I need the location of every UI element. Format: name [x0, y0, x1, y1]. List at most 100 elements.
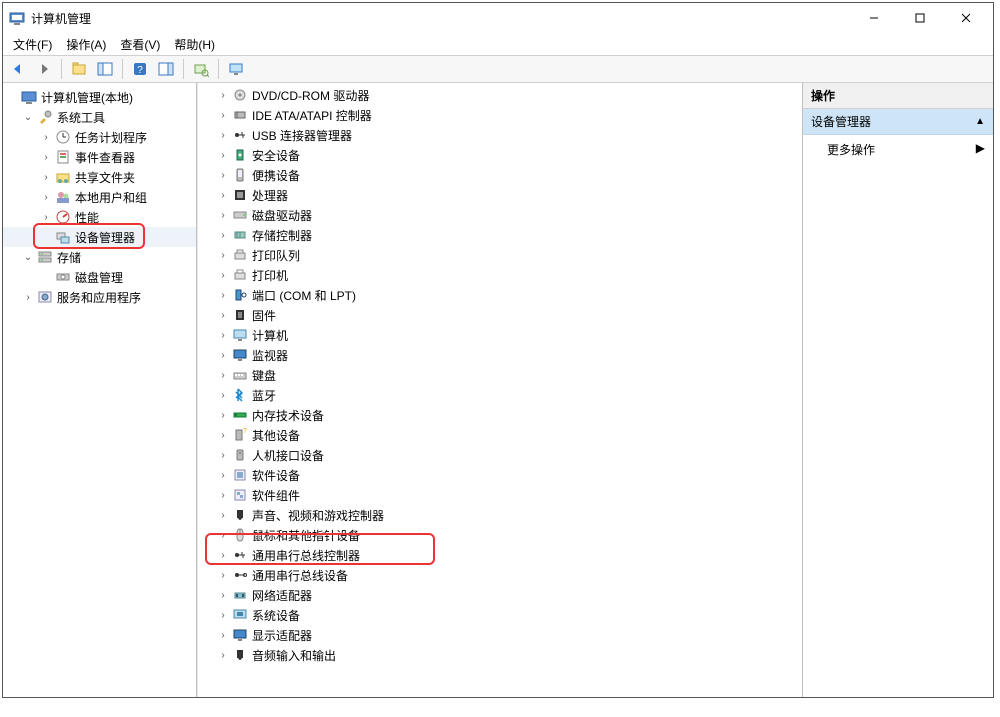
device-category[interactable]: › DVD/CD-ROM 驱动器: [198, 85, 802, 105]
menu-action[interactable]: 操作(A): [60, 34, 112, 55]
expander-closed-icon[interactable]: ›: [216, 648, 230, 662]
tree-disk-management[interactable]: 磁盘管理: [3, 267, 196, 287]
show-hide-action-pane-button[interactable]: [155, 58, 177, 80]
menu-file[interactable]: 文件(F): [7, 34, 58, 55]
tree-root[interactable]: 计算机管理(本地): [3, 87, 196, 107]
device-category[interactable]: ›USB 连接器管理器: [198, 125, 802, 145]
scan-hardware-button[interactable]: [190, 58, 212, 80]
device-category-icon: [232, 167, 248, 183]
device-category[interactable]: ›网络适配器: [198, 585, 802, 605]
device-category[interactable]: ›打印机: [198, 265, 802, 285]
show-hide-console-tree-button[interactable]: [94, 58, 116, 80]
back-button[interactable]: [7, 58, 29, 80]
console-tree[interactable]: 计算机管理(本地) ⌄ 系统工具 › 任务计划程序 › 事件查看器: [3, 83, 197, 697]
expander-closed-icon[interactable]: ›: [216, 108, 230, 122]
close-button[interactable]: [943, 3, 989, 33]
expander-closed-icon[interactable]: ›: [216, 188, 230, 202]
expander-closed-icon[interactable]: ›: [216, 388, 230, 402]
device-category[interactable]: ›打印队列: [198, 245, 802, 265]
maximize-button[interactable]: [897, 3, 943, 33]
expander-closed-icon[interactable]: ›: [216, 608, 230, 622]
device-category[interactable]: ›软件设备: [198, 465, 802, 485]
device-category-icon: [232, 87, 248, 103]
expander-closed-icon[interactable]: ›: [216, 168, 230, 182]
expander-closed-icon[interactable]: ›: [216, 328, 230, 342]
device-category-label: DVD/CD-ROM 驱动器: [252, 87, 369, 104]
actions-section[interactable]: 设备管理器 ▲: [803, 109, 993, 135]
expander-closed-icon[interactable]: ›: [216, 508, 230, 522]
actions-header: 操作: [803, 83, 993, 109]
tree-task-scheduler[interactable]: › 任务计划程序: [3, 127, 196, 147]
expander-closed-icon[interactable]: ›: [216, 348, 230, 362]
tree-performance[interactable]: › 性能: [3, 207, 196, 227]
tree-event-viewer[interactable]: › 事件查看器: [3, 147, 196, 167]
expander-closed-icon[interactable]: ›: [216, 408, 230, 422]
expander-closed-icon[interactable]: ›: [216, 288, 230, 302]
device-category[interactable]: ›?其他设备: [198, 425, 802, 445]
device-category[interactable]: ›蓝牙: [198, 385, 802, 405]
device-category[interactable]: ›IDE ATA/ATAPI 控制器: [198, 105, 802, 125]
device-category-label: 计算机: [252, 327, 288, 344]
device-category-icon: [232, 307, 248, 323]
expander-closed-icon[interactable]: ›: [216, 128, 230, 142]
menubar: 文件(F) 操作(A) 查看(V) 帮助(H): [3, 33, 993, 55]
expander-closed-icon[interactable]: ›: [216, 488, 230, 502]
device-category[interactable]: ›通用串行总线控制器: [198, 545, 802, 565]
expander-closed-icon[interactable]: ›: [216, 628, 230, 642]
expander-closed-icon[interactable]: ›: [216, 148, 230, 162]
device-category[interactable]: ›显示适配器: [198, 625, 802, 645]
expander-open-icon[interactable]: ⌄: [21, 110, 35, 124]
device-manager-icon: [55, 229, 71, 245]
device-tree-pane[interactable]: › DVD/CD-ROM 驱动器›IDE ATA/ATAPI 控制器›USB 连接…: [197, 83, 803, 697]
expander-closed-icon[interactable]: ›: [39, 130, 53, 144]
app-window: 计算机管理 文件(F) 操作(A) 查看(V) 帮助(H) ?: [2, 2, 994, 698]
device-category[interactable]: ›通用串行总线设备: [198, 565, 802, 585]
tree-shared-folders[interactable]: › 共享文件夹: [3, 167, 196, 187]
expander-closed-icon[interactable]: ›: [216, 208, 230, 222]
device-category[interactable]: ›键盘: [198, 365, 802, 385]
expander-closed-icon[interactable]: ›: [216, 548, 230, 562]
expander-closed-icon[interactable]: ›: [216, 588, 230, 602]
device-category[interactable]: ›声音、视频和游戏控制器: [198, 505, 802, 525]
monitor-button[interactable]: [225, 58, 247, 80]
expander-closed-icon[interactable]: ›: [216, 468, 230, 482]
expander-closed-icon[interactable]: ›: [216, 88, 230, 102]
menu-view[interactable]: 查看(V): [114, 34, 166, 55]
device-category[interactable]: ›音频输入和输出: [198, 645, 802, 665]
expander-closed-icon[interactable]: ›: [216, 248, 230, 262]
up-button[interactable]: [68, 58, 90, 80]
tree-local-users[interactable]: › 本地用户和组: [3, 187, 196, 207]
device-category[interactable]: ›安全设备: [198, 145, 802, 165]
device-category[interactable]: ›软件组件: [198, 485, 802, 505]
device-category[interactable]: ›端口 (COM 和 LPT): [198, 285, 802, 305]
expander-closed-icon[interactable]: ›: [216, 368, 230, 382]
device-category-icon: [232, 447, 248, 463]
help-button[interactable]: ?: [129, 58, 151, 80]
expander-closed-icon[interactable]: ›: [216, 528, 230, 542]
expander-closed-icon[interactable]: ›: [216, 568, 230, 582]
tree-services-apps[interactable]: › 服务和应用程序: [3, 287, 196, 307]
device-category[interactable]: ›系统设备: [198, 605, 802, 625]
device-category[interactable]: ›监视器: [198, 345, 802, 365]
device-category[interactable]: ›固件: [198, 305, 802, 325]
device-category[interactable]: › 计算机: [198, 325, 802, 345]
device-category[interactable]: ›鼠标和其他指针设备: [198, 525, 802, 545]
action-more[interactable]: 更多操作 ▶: [803, 135, 993, 164]
device-category[interactable]: ›处理器: [198, 185, 802, 205]
expander-closed-icon[interactable]: ›: [216, 448, 230, 462]
expander-closed-icon[interactable]: ›: [216, 428, 230, 442]
expander-closed-icon[interactable]: ›: [216, 268, 230, 282]
device-category[interactable]: ›存储控制器: [198, 225, 802, 245]
device-category[interactable]: ›便携设备: [198, 165, 802, 185]
device-category[interactable]: ›内存技术设备: [198, 405, 802, 425]
tree-storage[interactable]: ⌄ 存储: [3, 247, 196, 267]
device-category[interactable]: ›人机接口设备: [198, 445, 802, 465]
tree-system-tools[interactable]: ⌄ 系统工具: [3, 107, 196, 127]
menu-help[interactable]: 帮助(H): [168, 34, 221, 55]
expander-closed-icon[interactable]: ›: [216, 228, 230, 242]
minimize-button[interactable]: [851, 3, 897, 33]
tree-device-manager[interactable]: 设备管理器: [3, 227, 196, 247]
expander-closed-icon[interactable]: ›: [216, 308, 230, 322]
device-category[interactable]: ›磁盘驱动器: [198, 205, 802, 225]
forward-button[interactable]: [33, 58, 55, 80]
